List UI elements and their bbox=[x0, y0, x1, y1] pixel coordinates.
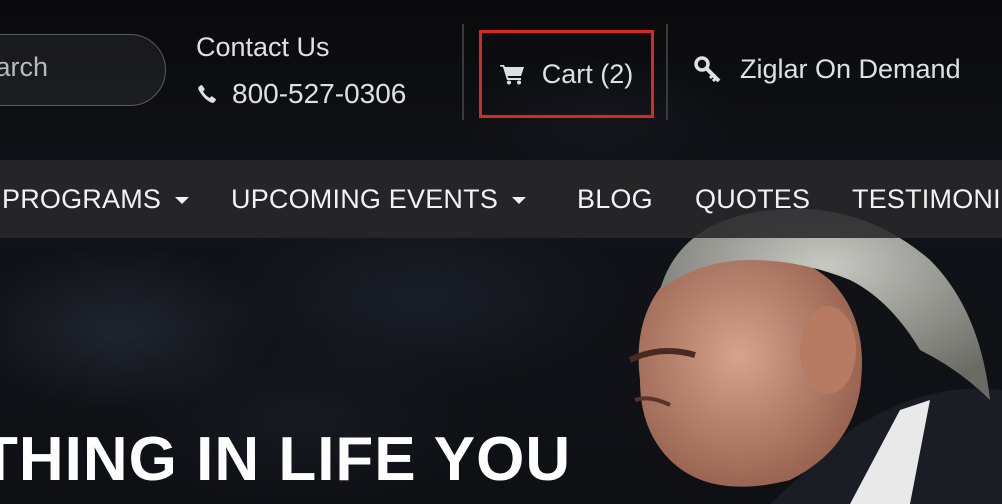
key-icon bbox=[694, 55, 721, 82]
nav-item-blog[interactable]: BLOG bbox=[577, 184, 653, 215]
nav-item-label: UPCOMING EVENTS bbox=[231, 184, 499, 214]
contact-us-link[interactable]: Contact Us bbox=[196, 32, 330, 63]
phone-link[interactable]: 800-527-0306 bbox=[196, 78, 406, 110]
header-divider bbox=[666, 24, 668, 120]
hero-headline: THING IN LIFE YOU bbox=[0, 425, 572, 494]
phone-number: 800-527-0306 bbox=[232, 78, 407, 109]
nav-item-programs[interactable]: PROGRAMS bbox=[2, 184, 190, 215]
nav-item-label: PROGRAMS bbox=[2, 184, 162, 214]
cart-button[interactable]: Cart (2) bbox=[479, 30, 654, 118]
phone-icon bbox=[198, 84, 217, 103]
header-divider bbox=[462, 24, 464, 120]
nav-item-quotes[interactable]: QUOTES bbox=[695, 184, 810, 215]
nav-item-label: TESTIMONI bbox=[852, 184, 1001, 214]
ziglar-on-demand-link[interactable]: Ziglar On Demand bbox=[694, 54, 961, 85]
cart-icon bbox=[499, 65, 524, 85]
caret-down-icon bbox=[175, 197, 190, 204]
on-demand-label: Ziglar On Demand bbox=[740, 54, 961, 84]
nav-item-testimonials[interactable]: TESTIMONI bbox=[852, 184, 1001, 215]
search-placeholder: Search bbox=[0, 52, 48, 82]
cart-label: Cart (2) bbox=[541, 58, 634, 89]
nav-item-upcoming-events[interactable]: UPCOMING EVENTS bbox=[231, 184, 527, 215]
caret-down-icon bbox=[512, 197, 527, 204]
nav-item-label: QUOTES bbox=[695, 184, 811, 214]
nav-item-label: BLOG bbox=[577, 184, 653, 214]
